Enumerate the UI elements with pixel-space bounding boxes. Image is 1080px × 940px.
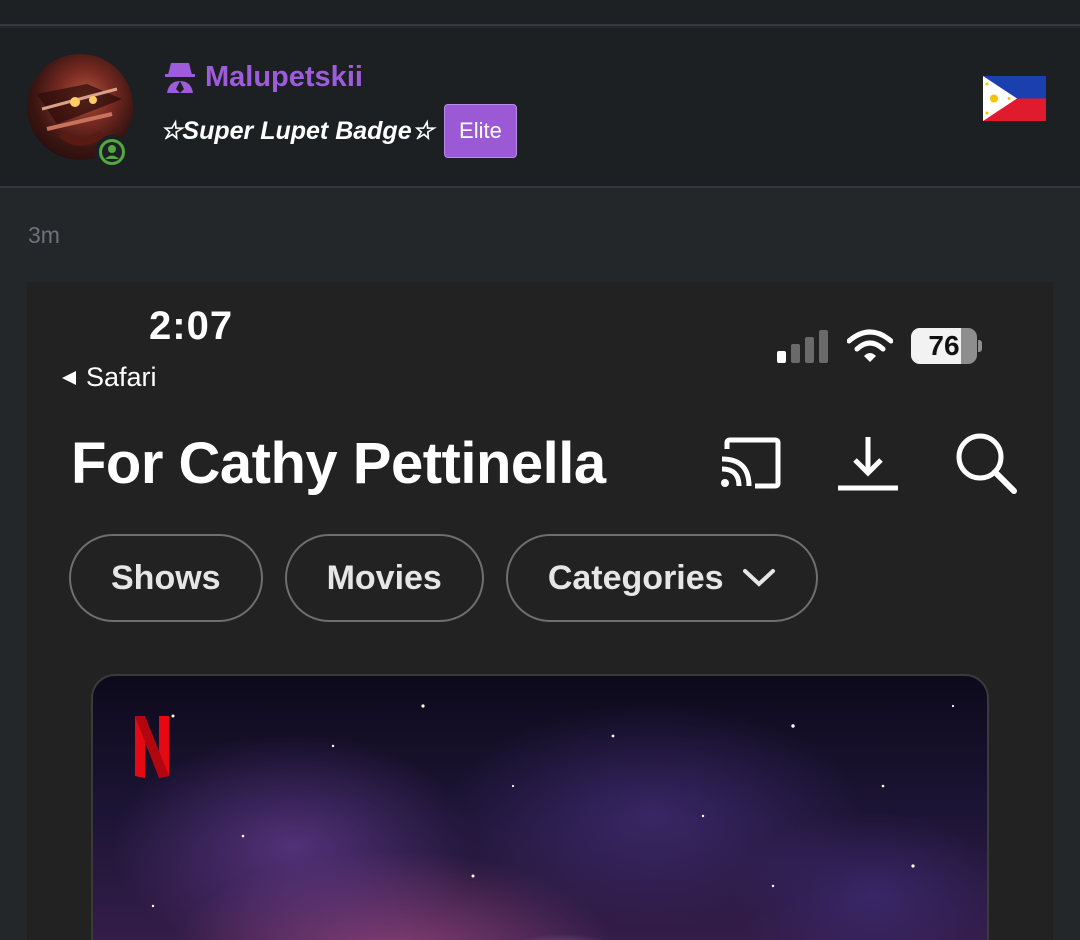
online-status-indicator	[95, 135, 129, 169]
battery-percent: 76	[928, 330, 960, 361]
signal-icon	[777, 330, 828, 363]
embedded-screenshot[interactable]: 2:07 Safari 76 For Cathy Pettinella Show…	[27, 282, 1053, 940]
pill-label: Movies	[326, 558, 442, 597]
wifi-icon	[847, 329, 893, 362]
post-timestamp: 3m	[28, 222, 60, 248]
back-arrow-icon	[62, 370, 76, 385]
pill-shows[interactable]: Shows	[69, 534, 263, 622]
elite-rank-button[interactable]: Elite	[444, 104, 517, 158]
battery-indicator: 76	[911, 328, 982, 364]
download-icon	[838, 437, 898, 491]
cast-button[interactable]	[717, 430, 783, 496]
pill-movies[interactable]: Movies	[284, 534, 484, 622]
category-pills: Shows Movies Categories	[69, 534, 818, 622]
top-bar	[0, 0, 1080, 26]
back-app-label: Safari	[86, 362, 157, 392]
header-actions	[717, 430, 1019, 496]
incognito-icon	[165, 63, 195, 93]
starfield	[151, 704, 955, 908]
pill-label: Shows	[111, 558, 221, 597]
pill-label: Categories	[547, 558, 724, 597]
featured-title-card[interactable]	[91, 674, 989, 940]
pill-categories[interactable]: Categories	[505, 534, 818, 622]
cast-icon	[721, 437, 781, 489]
netflix-logo	[135, 716, 169, 778]
post-header: Malupetskii ☆Super Lupet Badge☆ Elite	[0, 28, 1080, 188]
status-icons: 76	[777, 328, 982, 364]
download-button[interactable]	[835, 430, 901, 496]
search-icon	[956, 433, 1017, 494]
badge-line: ☆Super Lupet Badge☆ Elite	[160, 104, 517, 158]
username[interactable]: Malupetskii	[205, 61, 363, 94]
philippines-flag-icon	[983, 76, 1046, 121]
badge-title: ☆Super Lupet Badge☆	[160, 117, 435, 145]
back-to-safari[interactable]: Safari	[60, 362, 157, 393]
profile-title: For Cathy Pettinella	[71, 431, 606, 496]
search-button[interactable]	[953, 430, 1019, 496]
status-time: 2:07	[149, 304, 234, 348]
user-line: Malupetskii	[165, 58, 363, 96]
chevron-down-icon	[742, 569, 775, 587]
user-icon	[102, 142, 122, 162]
